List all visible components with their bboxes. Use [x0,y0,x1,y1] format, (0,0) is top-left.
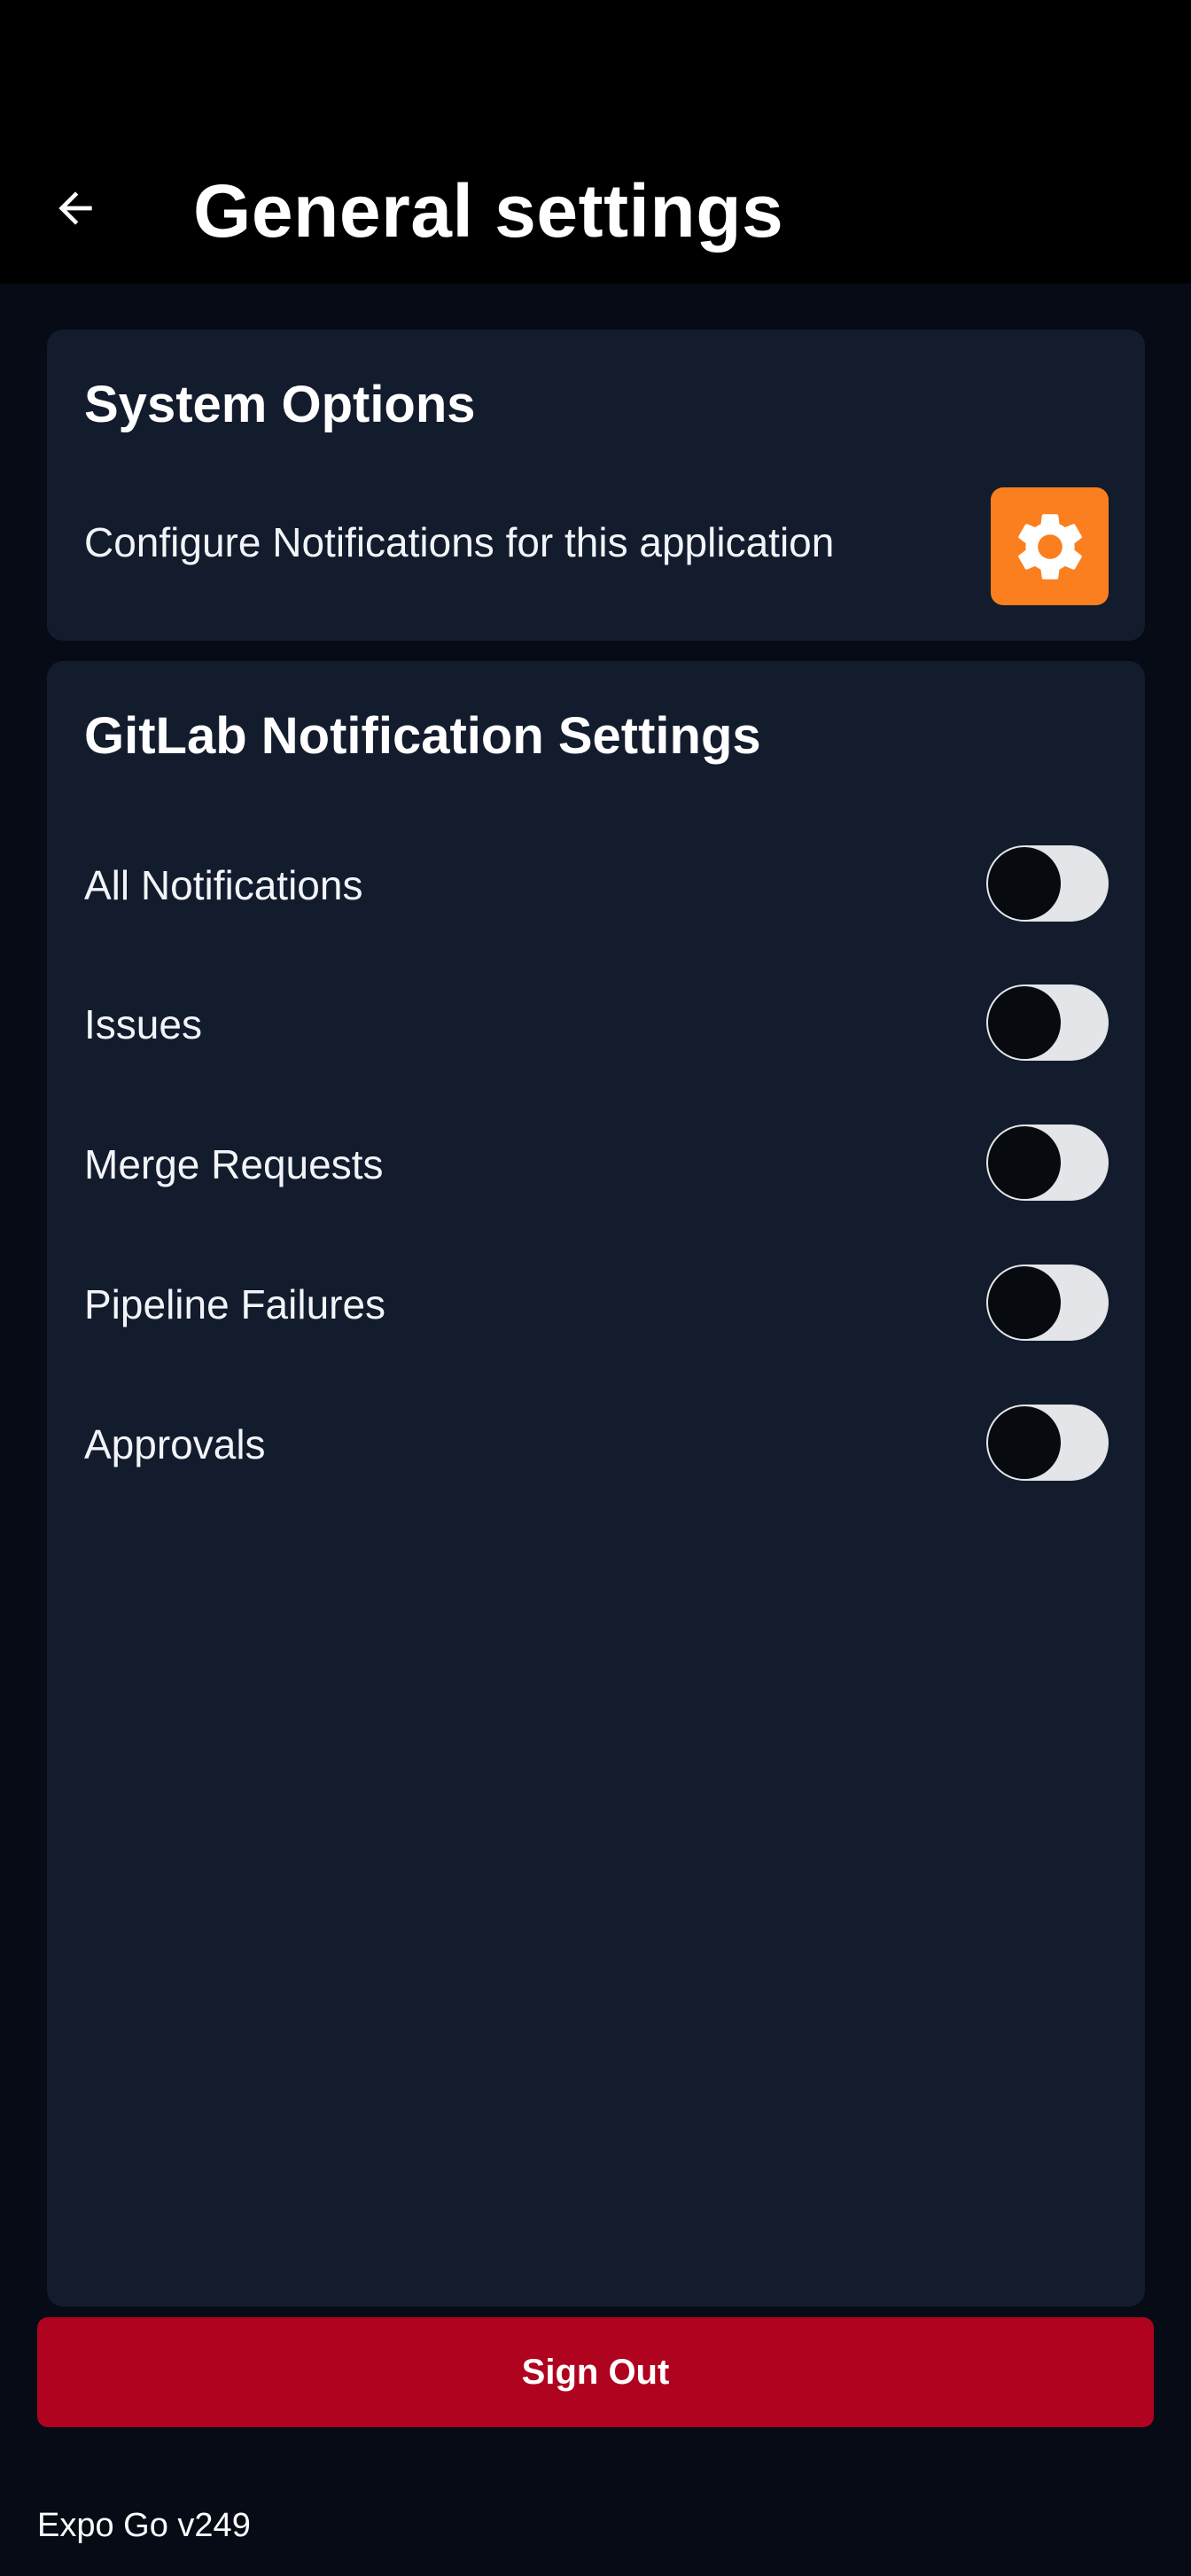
system-options-title: System Options [84,376,476,433]
pipeline-failures-switch[interactable] [986,1265,1109,1341]
switch-thumb [988,1266,1061,1339]
app-version-label: Expo Go v249 [37,2507,251,2544]
toggle-row-merge-requests: Merge Requests [84,1125,1109,1204]
switch-thumb [988,1126,1061,1199]
toggle-label: Approvals [84,1421,266,1467]
gitlab-settings-title: GitLab Notification Settings [84,707,761,765]
page-title: General settings [193,169,784,253]
arrow-left-icon [58,191,92,225]
toggle-row-approvals: Approvals [84,1405,1109,1484]
switch-thumb [988,847,1061,920]
configure-notifications-button[interactable] [991,487,1109,605]
back-button[interactable] [35,173,115,244]
merge-requests-switch[interactable] [986,1125,1109,1201]
app-header: General settings [0,0,1191,284]
toggle-row-all-notifications: All Notifications [84,845,1109,925]
toggle-label: Merge Requests [84,1141,384,1187]
settings-screen: General settings System Options Configur… [0,0,1191,2576]
switch-thumb [988,986,1061,1059]
gear-icon [1017,513,1082,580]
switch-thumb [988,1406,1061,1479]
configure-notifications-label: Configure Notifications for this applica… [84,519,835,565]
toggle-row-pipeline-failures: Pipeline Failures [84,1265,1109,1344]
gitlab-notification-settings-card: GitLab Notification Settings All Notific… [47,661,1145,2307]
issues-switch[interactable] [986,984,1109,1061]
approvals-switch[interactable] [986,1405,1109,1481]
system-options-card: System Options Configure Notifications f… [47,330,1145,641]
toggle-label: Pipeline Failures [84,1281,386,1327]
sign-out-button[interactable]: Sign Out [37,2317,1154,2427]
toggle-row-issues: Issues [84,984,1109,1064]
toggle-label: Issues [84,1001,202,1047]
toggle-label: All Notifications [84,862,363,908]
all-notifications-switch[interactable] [986,845,1109,922]
